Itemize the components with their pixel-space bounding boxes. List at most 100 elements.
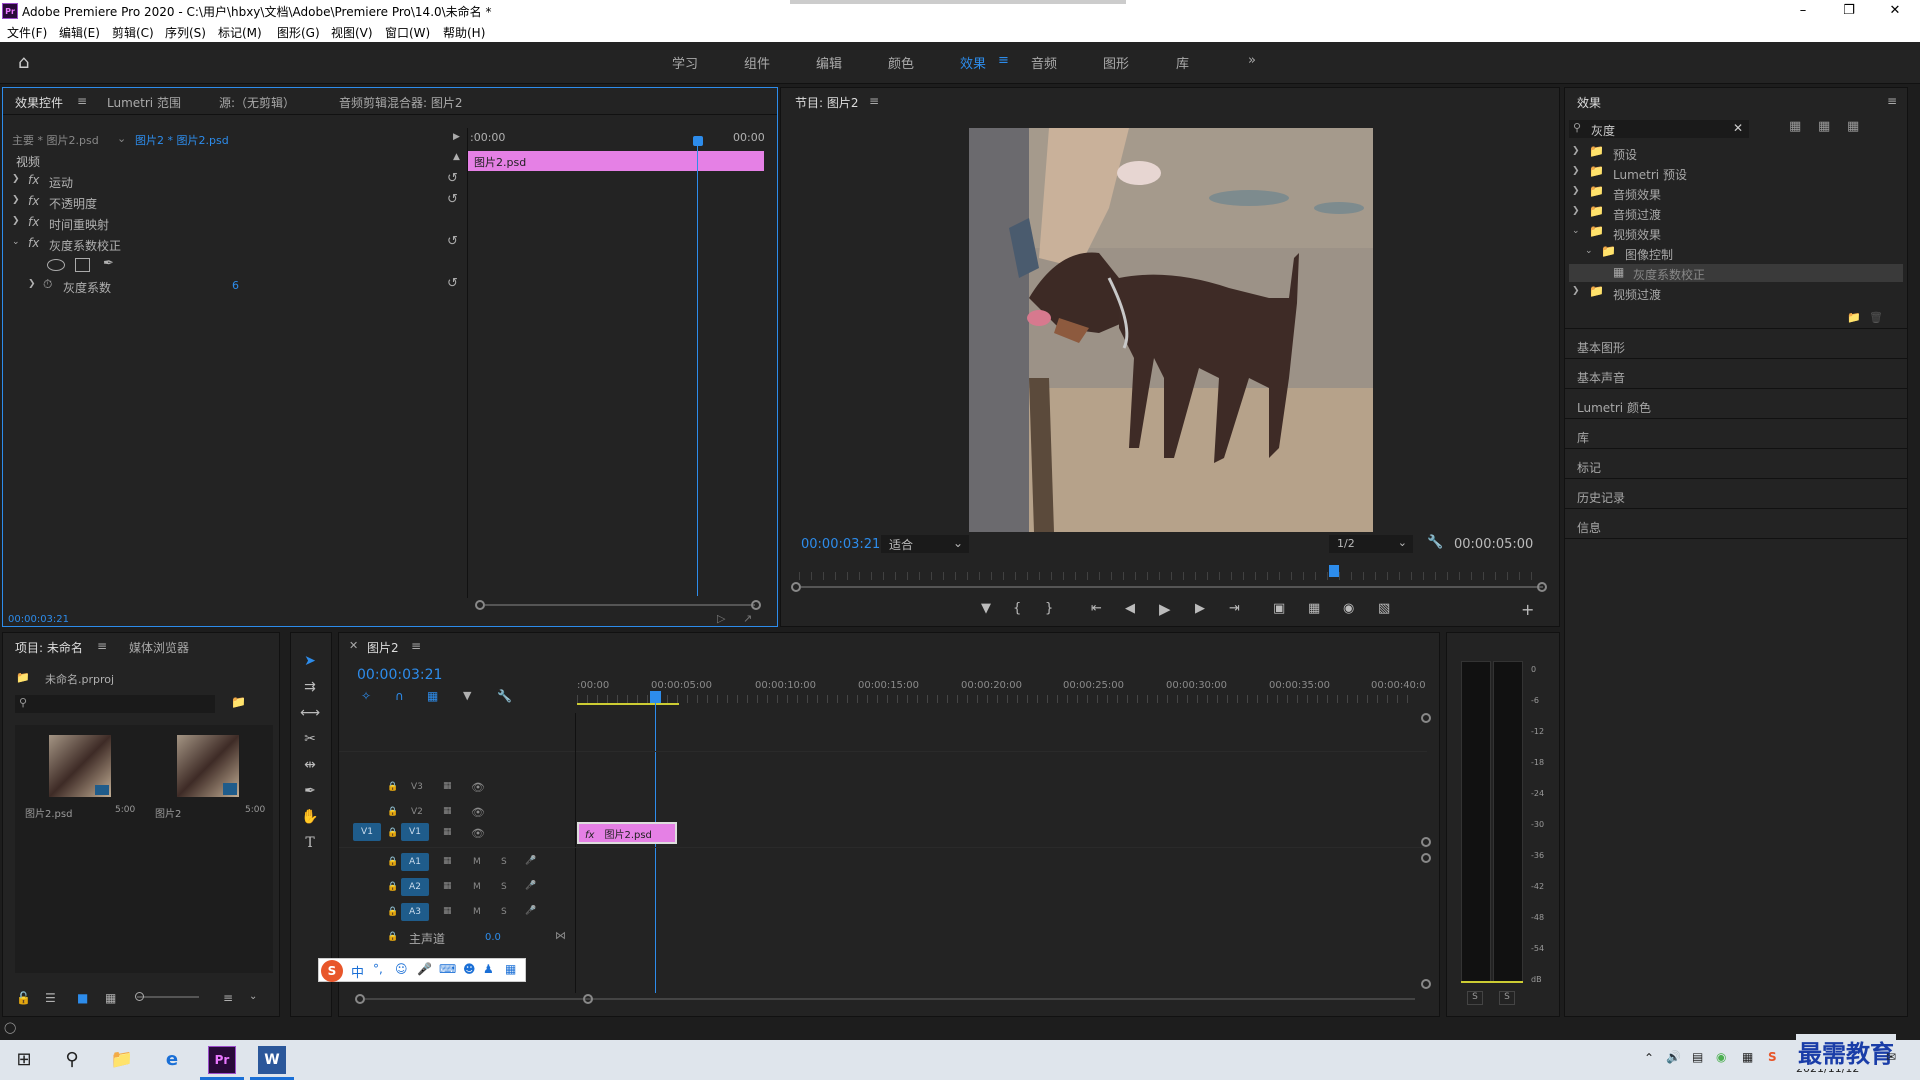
ec-playhead-handle[interactable] <box>693 136 703 146</box>
microphone-icon[interactable]: 🎤 <box>525 856 536 866</box>
collapse-icon[interactable]: ⌄ <box>1572 226 1580 236</box>
lock-icon[interactable]: 🔒 <box>387 782 398 792</box>
close-button[interactable]: ✕ <box>1872 0 1918 22</box>
nest-icon[interactable]: ✧ <box>361 689 371 703</box>
project-thumb-psd[interactable] <box>49 735 111 797</box>
ellipse-mask-icon[interactable] <box>47 259 65 271</box>
timeline-timecode[interactable]: 00:00:03:21 <box>357 667 442 683</box>
lock-icon[interactable]: 🔒 <box>387 932 398 942</box>
panel-info[interactable]: 信息 <box>1577 519 1601 536</box>
tree-video-transitions[interactable]: 视频过渡 <box>1613 286 1661 303</box>
thumbnail-size-slider[interactable] <box>137 996 199 998</box>
notification-icon[interactable]: ✉ <box>1886 1050 1896 1064</box>
go-to-end-icon[interactable]: ⋈ <box>555 929 566 942</box>
microphone-icon[interactable]: 🎤 <box>417 962 432 976</box>
ec-zoom-handle-right[interactable] <box>751 600 761 610</box>
mute-button[interactable]: M <box>473 907 481 917</box>
ec-clip-bar[interactable]: 图片2.psd <box>468 151 764 171</box>
menu-file[interactable]: 文件(F) <box>7 24 47 41</box>
program-current-timecode[interactable]: 00:00:03:21 <box>801 537 880 552</box>
effect-time-remap[interactable]: 时间重映射 <box>49 216 109 233</box>
panel-lumetri-color[interactable]: Lumetri 颜色 <box>1577 399 1651 416</box>
punctuation-icon[interactable]: °, <box>373 962 383 976</box>
chevron-down-icon[interactable]: ⌄ <box>249 991 257 1002</box>
master-clip-label[interactable]: 主要 * 图片2.psd <box>12 132 99 148</box>
lock-icon[interactable]: 🔓 <box>16 991 31 1005</box>
track-label-v1[interactable]: V1 <box>401 823 429 841</box>
timeline-zoom-bar[interactable] <box>365 998 1415 1000</box>
microphone-icon[interactable]: 🎤 <box>525 881 536 891</box>
panel-menu-icon[interactable]: ≡ <box>869 94 879 108</box>
tab-sequence[interactable]: 图片2 <box>367 639 399 656</box>
project-thumb-sequence[interactable] <box>177 735 239 797</box>
track-label-v2[interactable]: V2 <box>411 807 423 817</box>
export-icon[interactable]: ↗ <box>743 612 752 625</box>
type-tool-icon[interactable]: T <box>298 835 322 851</box>
solo-left-button[interactable]: S <box>1467 991 1483 1005</box>
ripple-edit-tool-icon[interactable]: ⟷ <box>298 705 322 721</box>
effect-gamma-correction[interactable]: 灰度系数校正 <box>49 237 121 254</box>
sync-icon[interactable]: ◉ <box>1716 1050 1726 1064</box>
clear-search-icon[interactable]: ✕ <box>1733 121 1743 135</box>
mute-button[interactable]: M <box>473 882 481 892</box>
linked-selection-icon[interactable]: ▦ <box>427 689 438 703</box>
tab-media-browser[interactable]: 媒体浏览器 <box>129 639 189 656</box>
collapse-icon[interactable]: ⌄ <box>1585 246 1593 256</box>
zoom-handle-left[interactable] <box>355 994 365 1004</box>
selection-tool-icon[interactable]: ➤ <box>298 653 322 669</box>
sync-lock-icon[interactable]: ▦ <box>443 827 452 837</box>
add-marker-icon[interactable]: ▼ <box>981 601 991 616</box>
track-label-v3[interactable]: V3 <box>411 782 423 792</box>
sogou-tray-icon[interactable]: S <box>1768 1050 1777 1064</box>
fx-icon[interactable]: fx <box>28 173 39 187</box>
panel-history[interactable]: 历史记录 <box>1577 489 1625 506</box>
filter-icon[interactable]: ▷ <box>717 612 725 625</box>
program-zoom-right[interactable] <box>1537 582 1547 592</box>
expand-icon[interactable]: ❯ <box>28 279 36 289</box>
expand-icon[interactable]: ❯ <box>12 216 20 226</box>
more-workspaces-icon[interactable]: » <box>1248 53 1256 68</box>
workspace-editing[interactable]: 编辑 <box>816 53 842 72</box>
ime-indicator-icon[interactable]: ▦ <box>1742 1050 1753 1064</box>
step-forward-icon[interactable]: ▶ <box>1195 601 1205 616</box>
sogou-logo-icon[interactable]: S <box>321 960 343 982</box>
play-triangle-icon[interactable]: ▶ <box>453 132 460 142</box>
ime-toolbar[interactable]: S 中 °, ☺ 🎤 ⌨ ☻ ♟ ▦ <box>318 958 526 982</box>
32bit-effects-icon[interactable]: ▦ <box>1818 119 1830 134</box>
reset-icon[interactable]: ↺ <box>447 276 458 291</box>
menu-sequence[interactable]: 序列(S) <box>165 24 206 41</box>
rectangle-mask-icon[interactable] <box>75 258 90 272</box>
stopwatch-icon[interactable]: ⏱ <box>43 277 52 292</box>
expand-icon[interactable]: ❯ <box>1572 166 1580 176</box>
panel-markers[interactable]: 标记 <box>1577 459 1601 476</box>
source-patch-v1[interactable]: V1 <box>353 823 381 841</box>
reset-icon[interactable]: ↺ <box>447 192 458 207</box>
menu-view[interactable]: 视图(V) <box>331 24 373 41</box>
pen-tool-icon[interactable]: ✒ <box>298 783 322 799</box>
timeline-ruler[interactable] <box>577 695 1411 703</box>
workspace-graphics[interactable]: 图形 <box>1103 53 1129 72</box>
solo-button[interactable]: S <box>501 882 507 892</box>
hand-tool-icon[interactable]: ✋ <box>298 809 322 825</box>
ec-timecode[interactable]: 00:00:03:21 <box>8 614 69 625</box>
lock-icon[interactable]: 🔒 <box>387 907 398 917</box>
fx-icon[interactable]: fx <box>28 215 39 229</box>
premiere-taskbar-icon[interactable]: Pr <box>208 1046 236 1074</box>
microphone-icon[interactable]: 🎤 <box>525 906 536 916</box>
program-zoom-left[interactable] <box>791 582 801 592</box>
list-view-icon[interactable]: ☰ <box>45 991 56 1005</box>
close-tab-icon[interactable]: ✕ <box>349 639 358 652</box>
tree-image-control[interactable]: 图像控制 <box>1625 246 1673 263</box>
search-icon[interactable]: ⚲ <box>58 1046 86 1074</box>
ec-zoom-handle-left[interactable] <box>475 600 485 610</box>
menu-window[interactable]: 窗口(W) <box>385 24 430 41</box>
workspace-audio[interactable]: 音频 <box>1031 53 1057 72</box>
resolution-dropdown[interactable]: 1/2 ⌄ <box>1329 535 1413 553</box>
user-icon[interactable]: ☻ <box>463 962 476 976</box>
master-volume-value[interactable]: 0.0 <box>485 932 501 943</box>
chevron-down-icon[interactable]: ⌄ <box>117 132 126 145</box>
new-bin-icon[interactable]: 📁 <box>1847 311 1861 324</box>
track-select-tool-icon[interactable]: ⇉ <box>298 679 322 695</box>
mute-button[interactable]: M <box>473 857 481 867</box>
program-monitor-title[interactable]: 节目: 图片2 <box>795 94 859 111</box>
